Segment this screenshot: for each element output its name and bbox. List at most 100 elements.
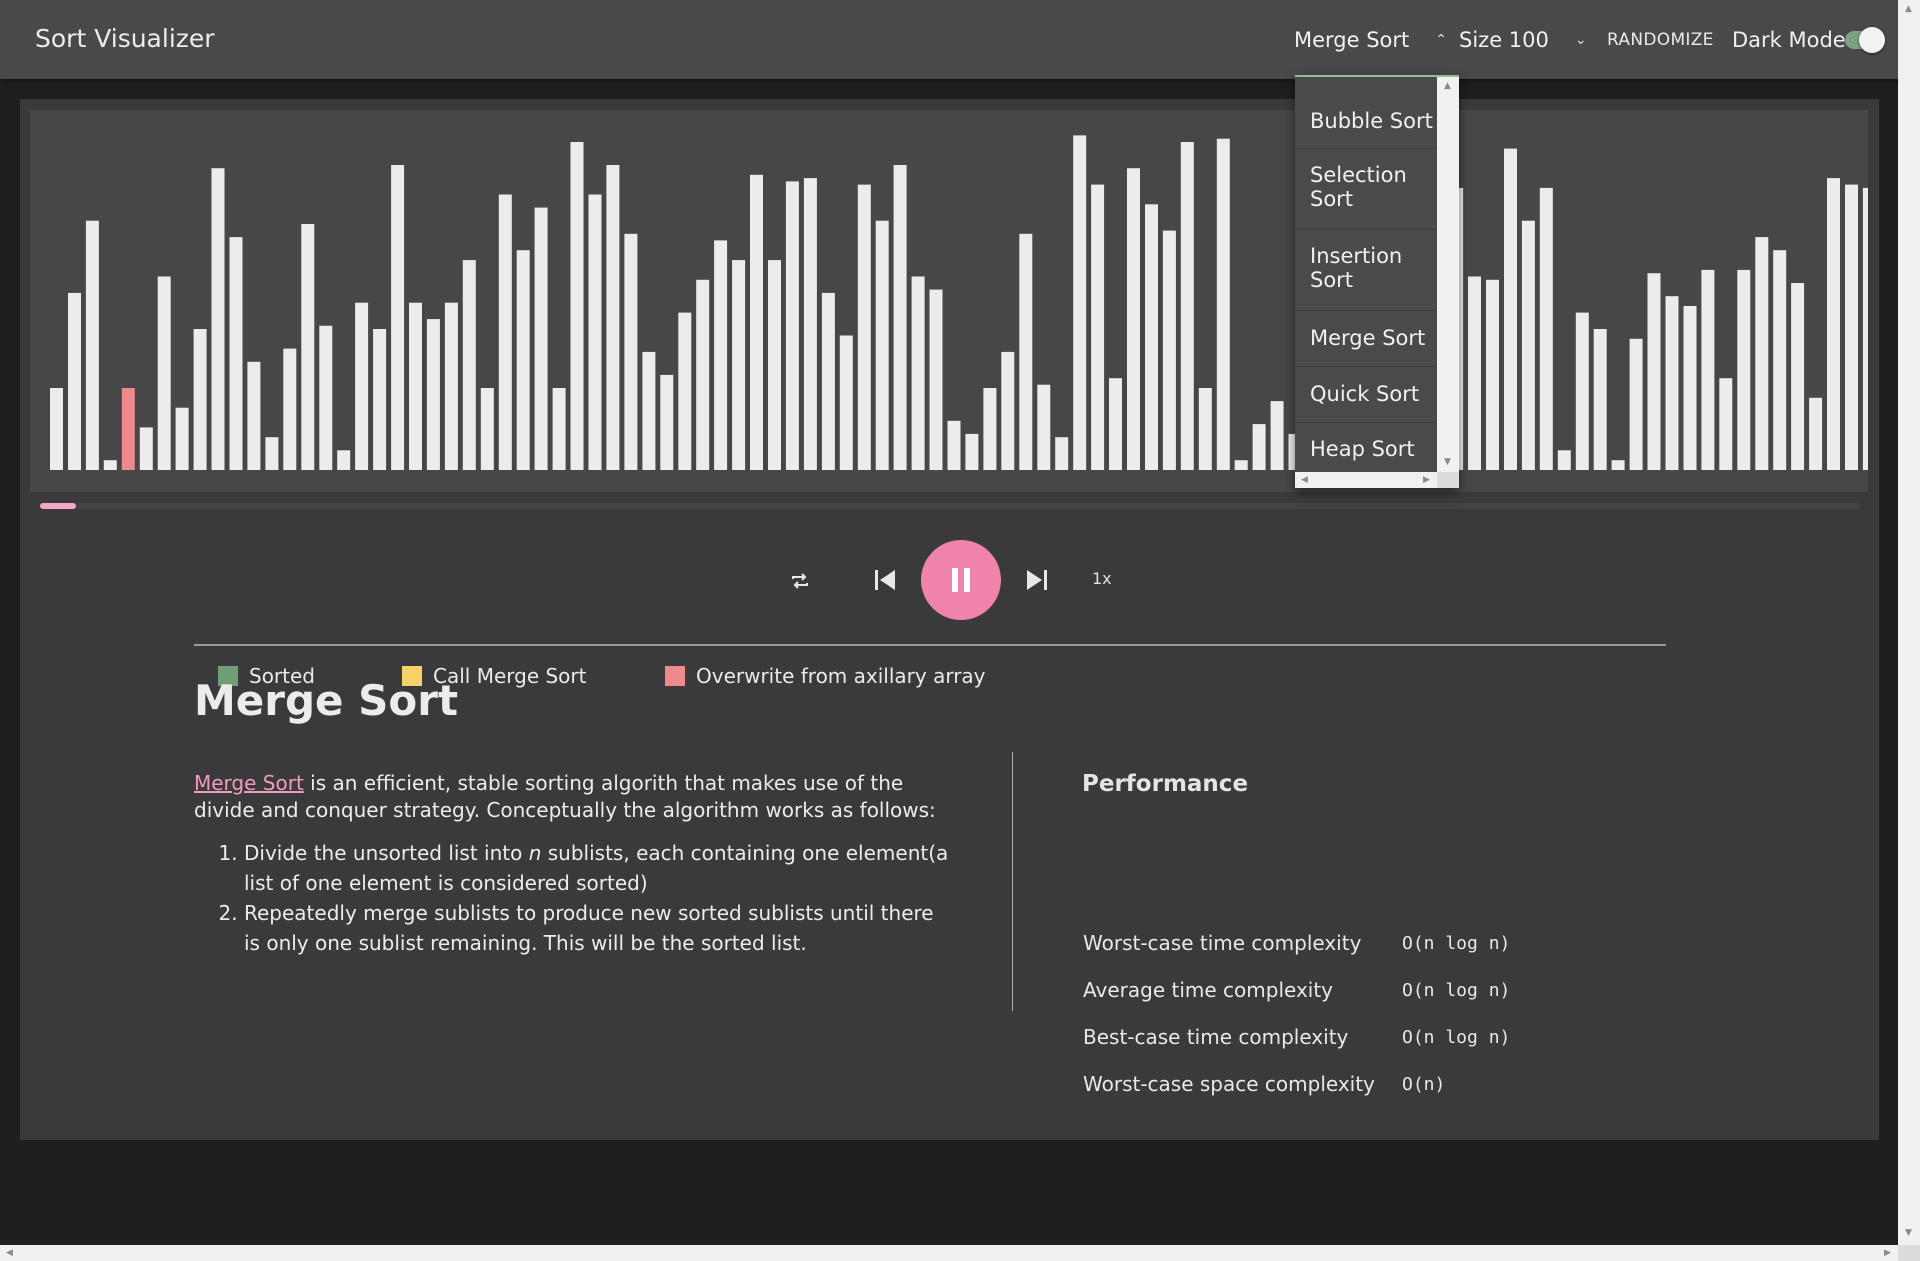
column-divider (1012, 752, 1013, 1011)
array-bar (875, 220, 889, 470)
app-title: Sort Visualizer (35, 24, 215, 53)
array-bar (803, 178, 817, 470)
array-bar (1557, 450, 1571, 470)
array-bar (211, 168, 225, 470)
array-bar (247, 361, 261, 470)
toggle-knob (1859, 27, 1885, 53)
array-bar (1773, 250, 1787, 470)
array-bar (678, 312, 692, 470)
array-bar (1037, 384, 1051, 470)
repeat-icon (792, 573, 808, 589)
step-back-button[interactable] (872, 567, 898, 593)
array-bar (373, 329, 387, 470)
array-bar (1809, 397, 1823, 470)
scroll-left-icon[interactable]: ◀ (1301, 475, 1308, 485)
array-bar (660, 374, 674, 470)
scroll-up-icon[interactable]: ▲ (1444, 81, 1451, 91)
dropdown-item-quick-sort[interactable]: Quick Sort (1295, 367, 1437, 423)
perf-label-worst-space: Worst-case space complexity (1083, 1072, 1375, 1096)
main-panel: 1x Sorted Call Merge Sort Overwrite from… (20, 99, 1879, 1140)
scrollbar-corner (1437, 472, 1459, 488)
scroll-right-icon[interactable]: ▶ (1884, 1248, 1891, 1258)
randomize-button[interactable]: RANDOMIZE (1607, 30, 1714, 50)
repeat-button[interactable] (787, 568, 813, 594)
array-bar (462, 260, 476, 470)
array-bar (50, 388, 63, 470)
page-vertical-scrollbar[interactable]: ▲ ▼ (1898, 0, 1920, 1245)
progress-slider[interactable] (40, 503, 1860, 509)
array-bar (534, 207, 548, 470)
dark-mode-label: Dark Mode (1732, 28, 1846, 52)
dark-mode-toggle[interactable] (1845, 27, 1885, 53)
array-bar (1575, 312, 1589, 470)
progress-fill (40, 503, 77, 509)
size-select[interactable]: Size 100 ⌄ (1459, 28, 1587, 52)
perf-value-worst-time: O(n log n) (1402, 933, 1511, 954)
page-horizontal-scrollbar[interactable]: ◀ ▶ (0, 1245, 1898, 1261)
step-1-var: n (528, 841, 542, 865)
array-bar (1073, 135, 1087, 470)
step-item: Divide the unsorted list into n sublists… (244, 838, 954, 898)
array-bar (1719, 378, 1733, 470)
array-bar (1109, 378, 1122, 470)
array-bar (1504, 148, 1517, 470)
dropdown-item-merge-sort[interactable]: Merge Sort (1295, 311, 1437, 367)
array-bar (1611, 460, 1625, 470)
description-intro: is an efficient, stable sorting algorith… (194, 771, 936, 822)
algorithm-title: Merge Sort (194, 676, 459, 725)
scroll-down-icon[interactable]: ▼ (1905, 1228, 1912, 1238)
array-bar (1252, 424, 1266, 470)
perf-value-average-time: O(n log n) (1402, 980, 1511, 1001)
dropdown-item-bubble-sort[interactable]: Bubble Sort (1295, 93, 1437, 149)
legend-item-overwrite: Overwrite from axillary array (665, 664, 986, 688)
array-bar (409, 302, 422, 470)
array-bar (426, 319, 440, 470)
array-bar (750, 174, 763, 471)
array-bar (283, 348, 297, 470)
array-bar (480, 388, 494, 470)
step-forward-button[interactable] (1024, 567, 1050, 593)
perf-label-best-time: Best-case time complexity (1083, 1025, 1349, 1049)
scroll-right-icon[interactable]: ▶ (1423, 475, 1430, 485)
array-bar (68, 292, 81, 470)
array-bar (444, 302, 458, 470)
dropdown-vertical-scrollbar[interactable]: ▲ ▼ (1437, 77, 1459, 472)
step-1-pre: Divide the unsorted list into (244, 841, 523, 865)
array-bar (696, 279, 710, 470)
array-bar (732, 260, 746, 470)
array-bar (193, 329, 207, 470)
array-bar (642, 351, 656, 470)
array-bar (103, 460, 117, 470)
array-bar (337, 450, 351, 470)
speed-button[interactable]: 1x (1092, 569, 1112, 588)
scroll-left-icon[interactable]: ◀ (6, 1248, 13, 1258)
algorithm-select[interactable]: Merge Sort ⌃ (1294, 28, 1447, 52)
array-bar (857, 184, 871, 470)
skip-previous-icon (875, 570, 895, 590)
array-bar (893, 165, 907, 470)
array-bar (1791, 283, 1805, 470)
dropdown-item-insertion-sort[interactable]: Insertion Sort (1295, 230, 1437, 311)
array-bar (498, 194, 512, 470)
scrollbar-corner (1898, 1245, 1920, 1261)
dropdown-item-selection-sort[interactable]: Selection Sort (1295, 149, 1437, 230)
dropdown-horizontal-scrollbar[interactable]: ◀ ▶ (1295, 472, 1437, 488)
array-bar (1737, 269, 1751, 470)
chevron-up-icon: ⌃ (1435, 32, 1448, 48)
scroll-up-icon[interactable]: ▲ (1905, 4, 1912, 14)
array-bar (965, 433, 979, 470)
array-bar (1234, 460, 1248, 470)
array-bar (983, 388, 997, 470)
dropdown-item-heap-sort[interactable]: Heap Sort (1295, 423, 1437, 472)
pause-button[interactable] (921, 540, 1001, 620)
array-bar (1019, 233, 1033, 470)
scroll-down-icon[interactable]: ▼ (1444, 457, 1451, 467)
bar-chart (30, 110, 1868, 492)
array-bar (85, 220, 99, 470)
perf-value-worst-space: O(n) (1402, 1074, 1446, 1095)
legend-label-overwrite: Overwrite from axillary array (696, 664, 986, 688)
algorithm-description: Merge Sort is an efficient, stable sorti… (194, 770, 954, 958)
array-bar (785, 181, 799, 470)
array-bar (355, 302, 369, 470)
merge-sort-link[interactable]: Merge Sort (194, 771, 304, 795)
